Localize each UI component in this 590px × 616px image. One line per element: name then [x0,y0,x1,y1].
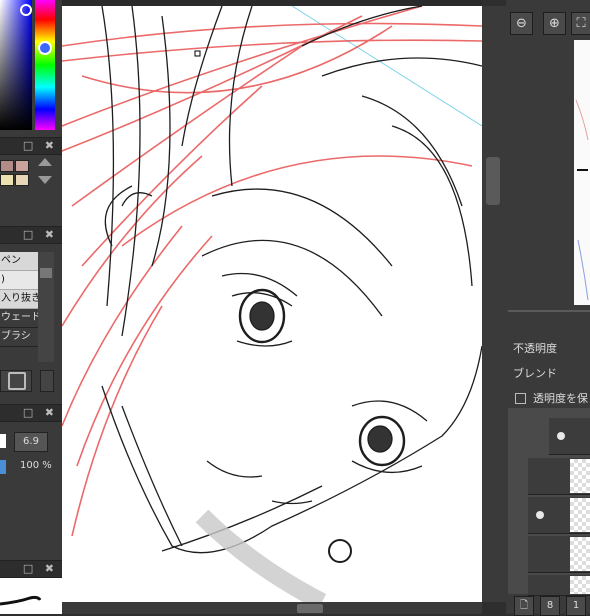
visibility-eye-icon[interactable] [536,511,544,519]
navigator-preview[interactable] [574,40,590,305]
canvas-horizontal-scrollbar[interactable] [62,602,482,614]
panel-window-buttons[interactable]: □ ✖ [23,139,58,152]
palette-swatch[interactable] [0,160,14,172]
brush-opacity-swatch [0,460,6,474]
hue-slider-handle[interactable] [38,41,52,55]
palette-swatch[interactable] [15,160,29,172]
brush-item-brush[interactable]: ブラシ [0,328,38,347]
palette-scroll-down-icon[interactable] [38,176,52,184]
new-layer-icon[interactable]: 🗋 [514,596,534,616]
brush-settings-header: □ ✖ [0,404,62,422]
brush-item-shade[interactable]: ウェード [0,309,38,328]
canvas-vertical-scrollbar[interactable] [482,6,506,602]
canvas-vertical-scroll-thumb[interactable] [486,157,500,205]
brush-delete-icon[interactable] [40,370,54,392]
layer-thumbnail [570,459,590,493]
hue-slider[interactable] [35,0,55,130]
layer-row[interactable] [528,536,590,573]
left-dock: □ ✖ □ ✖ ペン ) 入り抜き ウェード ブラシ □ ✖ 6.9 100 %… [0,0,62,614]
color-picker-cursor [20,4,32,16]
color-sv-square[interactable] [0,0,32,130]
layer-row[interactable] [549,418,590,455]
brush-preview-header: □ ✖ [0,560,62,578]
brush-stroke-preview [0,595,42,606]
blend-label: ブレンド [513,367,557,380]
new-layer-8bit-icon[interactable]: 8 [540,596,560,616]
brush-panel-header: □ ✖ [0,226,62,244]
panel-window-buttons[interactable]: □ ✖ [23,228,58,241]
preserve-opacity-label: 透明度を保 [533,392,588,405]
brush-item-taper[interactable]: 入り抜き [0,290,38,309]
drawing-canvas[interactable] [61,5,483,611]
opacity-label: 不透明度 [513,342,557,355]
layer-thumbnail [570,537,590,571]
canvas-horizontal-scroll-thumb[interactable] [297,604,323,613]
panel-window-buttons[interactable]: □ ✖ [23,406,58,419]
brush-item-pen[interactable]: ペン [0,252,38,271]
brush-copy-icon[interactable] [8,372,26,390]
palette-panel-header: □ ✖ [0,137,62,155]
brush-list-scroll-thumb[interactable] [40,268,52,278]
brush-opacity-value[interactable]: 100 % [20,460,52,471]
sketch-artwork [61,5,483,611]
visibility-eye-icon[interactable] [557,432,565,440]
brush-size-field[interactable]: 6.9 [14,432,48,452]
palette-swatch[interactable] [0,174,14,186]
brush-list: ペン ) 入り抜き ウェード ブラシ [0,252,38,347]
layer-thumbnail [570,576,590,594]
layer-row[interactable] [528,575,590,596]
brush-preview-area [0,578,62,614]
palette-swatch[interactable] [15,174,29,186]
panel-window-buttons[interactable]: □ ✖ [23,562,58,575]
layer-row[interactable] [528,497,590,534]
zoom-in-icon[interactable]: ⊕ [543,12,566,35]
navigator-thumbnail [575,99,589,301]
layer-thumbnail [570,498,590,532]
brush-size-swatch [0,434,6,448]
brush-item-selected[interactable]: ) [0,271,38,290]
preserve-opacity-checkbox[interactable] [515,393,526,404]
fit-icon[interactable]: ⛶ [571,12,590,35]
palette-scroll-up-icon[interactable] [38,158,52,166]
panel-divider [508,310,590,312]
zoom-out-icon[interactable]: ⊖ [510,12,533,35]
layer-row[interactable] [528,458,590,495]
new-layer-1bit-icon[interactable]: 1 [566,596,586,616]
